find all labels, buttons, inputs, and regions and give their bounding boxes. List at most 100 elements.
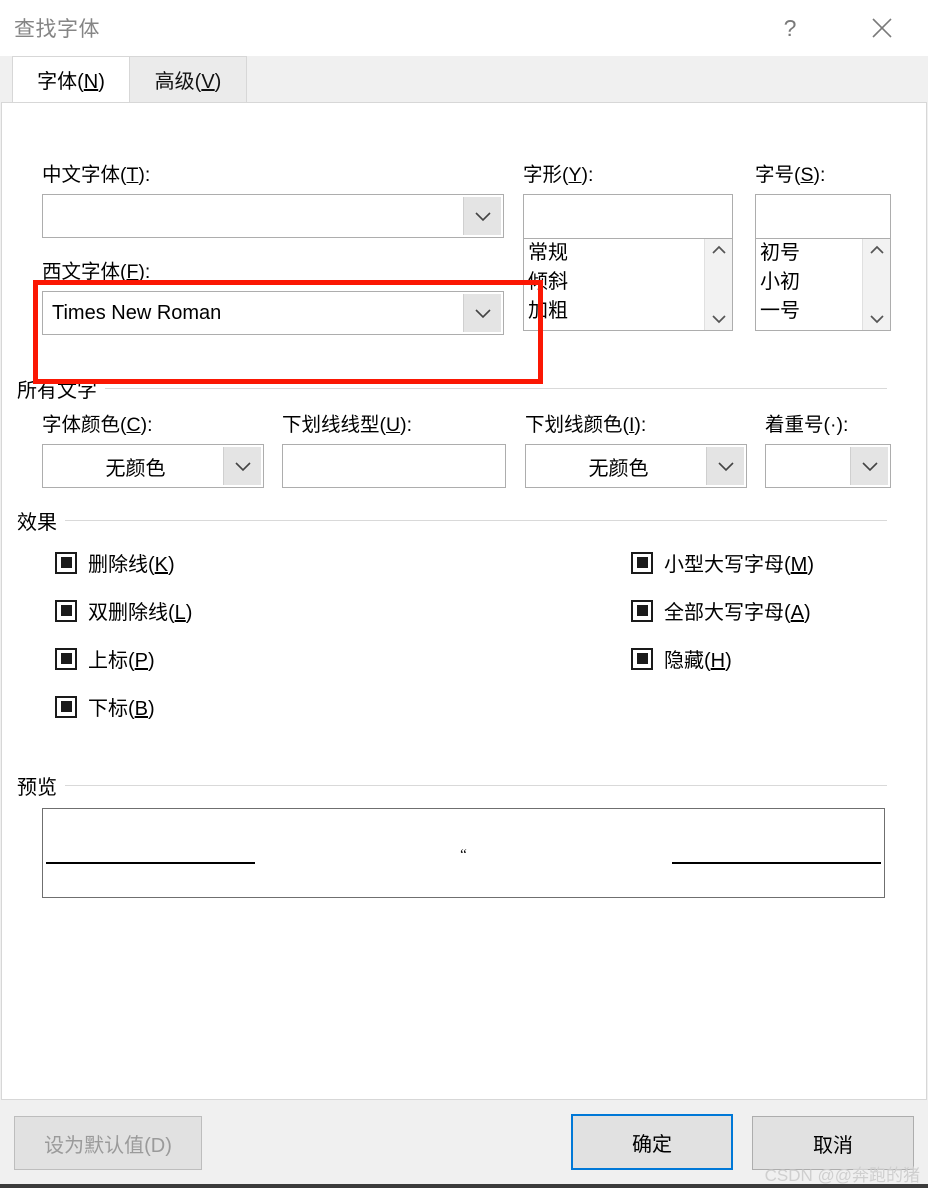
font-color-field: 字体颜色(C): 无颜色 <box>42 408 264 488</box>
checkbox-indeterminate-icon[interactable] <box>55 695 77 718</box>
underline-style-value[interactable] <box>283 445 505 487</box>
chinese-font-combobox[interactable] <box>42 194 504 238</box>
chevron-down-icon <box>474 211 491 221</box>
checkbox-indeterminate-icon[interactable] <box>631 599 653 622</box>
list-item[interactable]: 倾斜 <box>524 268 704 297</box>
checkbox-subscript-label: 下标(B) <box>88 698 155 720</box>
checkbox-hidden-label: 隐藏(H) <box>664 650 732 672</box>
checkbox-strikethrough-label: 删除线(K) <box>88 554 175 576</box>
list-item[interactable]: 小初 <box>756 268 862 297</box>
effects-right-column: 小型大写字母(M) 全部大写字母(A) 隐藏(H) <box>631 548 911 692</box>
checkbox-indeterminate-icon[interactable] <box>55 551 77 574</box>
chevron-down-icon[interactable] <box>711 314 727 324</box>
question-mark-icon: ? <box>783 14 797 41</box>
find-font-dialog: 查找字体 ? 字体(N) 高级(V) 中文字体(T): 西文字体(F): Tim… <box>0 0 928 1188</box>
font-size-items[interactable]: 初号 小初 一号 <box>756 239 862 330</box>
font-size-scrollbar[interactable] <box>862 239 890 330</box>
checkbox-subscript[interactable]: 下标(B) <box>55 692 385 721</box>
font-color-value[interactable]: 无颜色 <box>43 445 223 487</box>
chinese-font-value[interactable] <box>43 195 463 237</box>
font-tab-panel: 中文字体(T): 西文字体(F): Times New Roman 字形(Y): <box>1 102 927 1100</box>
checkbox-indeterminate-icon[interactable] <box>631 647 653 670</box>
emphasis-mark-dropdown-button[interactable] <box>850 447 888 485</box>
help-button[interactable]: ? <box>744 0 836 56</box>
font-style-field: 字形(Y): 常规 倾斜 加粗 <box>523 158 733 331</box>
chinese-font-dropdown-button[interactable] <box>463 197 501 235</box>
list-item[interactable]: 初号 <box>756 239 862 268</box>
underline-color-field: 下划线颜色(I): 无颜色 <box>525 408 747 488</box>
chinese-font-label: 中文字体(T): <box>42 164 151 186</box>
western-font-combobox[interactable]: Times New Roman <box>42 291 504 335</box>
preview-group-header: 预览 <box>17 771 887 800</box>
title-bar: 查找字体 ? <box>0 0 928 56</box>
checkbox-double-strikethrough[interactable]: 双删除线(L) <box>55 596 385 625</box>
underline-style-field: 下划线线型(U): <box>282 408 506 488</box>
font-size-items-wrap: 初号 小初 一号 <box>756 239 890 330</box>
font-style-listbox[interactable]: 常规 倾斜 加粗 <box>523 194 733 331</box>
close-button[interactable] <box>836 0 928 56</box>
list-item[interactable]: 加粗 <box>524 297 704 326</box>
western-font-dropdown-button[interactable] <box>463 294 501 332</box>
dialog-footer: 设为默认值(D) 确定 取消 CSDN @@奔跑的猪 <box>0 1100 928 1188</box>
checkbox-indeterminate-icon[interactable] <box>55 647 77 670</box>
checkbox-all-caps-label: 全部大写字母(A) <box>664 602 811 624</box>
effects-left-column: 删除线(K) 双删除线(L) 上标(P) 下标(B) <box>55 548 385 740</box>
chinese-font-field: 中文字体(T): <box>42 158 504 238</box>
chevron-down-icon <box>474 308 491 318</box>
tab-advanced-label: 高级(V) <box>154 71 222 93</box>
ok-button[interactable]: 确定 <box>571 1114 733 1170</box>
group-divider <box>105 388 887 389</box>
checkbox-small-caps-label: 小型大写字母(M) <box>664 554 815 576</box>
title-bar-buttons: ? <box>744 0 928 56</box>
chevron-up-icon[interactable] <box>711 245 727 255</box>
list-item[interactable]: 常规 <box>524 239 704 268</box>
checkbox-hidden[interactable]: 隐藏(H) <box>631 644 911 673</box>
underline-style-combobox[interactable] <box>282 444 506 488</box>
font-size-listbox[interactable]: 初号 小初 一号 <box>755 194 891 331</box>
underline-color-dropdown-button[interactable] <box>706 447 744 485</box>
font-color-combobox[interactable]: 无颜色 <box>42 444 264 488</box>
preview-box: “ <box>42 808 885 898</box>
font-color-dropdown-button[interactable] <box>223 447 261 485</box>
underline-color-label: 下划线颜色(I): <box>525 414 647 436</box>
all-text-group-header: 所有文字 <box>17 374 887 403</box>
font-style-items-wrap: 常规 倾斜 加粗 <box>524 239 732 330</box>
chevron-down-icon <box>234 461 251 471</box>
close-icon <box>872 18 892 38</box>
watermark: CSDN @@奔跑的猪 <box>764 1166 920 1185</box>
western-font-label: 西文字体(F): <box>42 261 151 283</box>
preview-group-title: 预览 <box>17 777 57 799</box>
checkbox-indeterminate-icon[interactable] <box>55 599 77 622</box>
emphasis-mark-value[interactable] <box>766 445 850 487</box>
font-style-scrollbar[interactable] <box>704 239 732 330</box>
chevron-up-icon[interactable] <box>869 245 885 255</box>
tab-advanced[interactable]: 高级(V) <box>129 56 247 102</box>
group-divider <box>65 785 887 786</box>
tab-font[interactable]: 字体(N) <box>12 56 130 102</box>
underline-color-value[interactable]: 无颜色 <box>526 445 706 487</box>
checkbox-all-caps[interactable]: 全部大写字母(A) <box>631 596 911 625</box>
effects-group-header: 效果 <box>17 506 887 535</box>
font-color-label: 字体颜色(C): <box>42 414 153 436</box>
font-size-input[interactable] <box>756 195 890 239</box>
chevron-down-icon <box>717 461 734 471</box>
western-font-value[interactable]: Times New Roman <box>43 292 463 334</box>
list-item[interactable]: 一号 <box>756 297 862 326</box>
checkbox-strikethrough[interactable]: 删除线(K) <box>55 548 385 577</box>
font-size-label: 字号(S): <box>755 164 826 186</box>
preview-sample-text: “ <box>460 847 467 863</box>
checkbox-indeterminate-icon[interactable] <box>631 551 653 574</box>
emphasis-mark-combobox[interactable] <box>765 444 891 488</box>
underline-color-combobox[interactable]: 无颜色 <box>525 444 747 488</box>
chevron-down-icon[interactable] <box>869 314 885 324</box>
checkbox-superscript[interactable]: 上标(P) <box>55 644 385 673</box>
emphasis-mark-label: 着重号(·): <box>765 414 849 436</box>
font-style-input[interactable] <box>524 195 732 239</box>
western-font-field: 西文字体(F): Times New Roman <box>42 255 504 335</box>
preview-rule-left <box>46 862 255 864</box>
font-size-field: 字号(S): 初号 小初 一号 <box>755 158 891 331</box>
window-bottom-edge <box>0 1184 928 1188</box>
font-style-items[interactable]: 常规 倾斜 加粗 <box>524 239 704 330</box>
checkbox-small-caps[interactable]: 小型大写字母(M) <box>631 548 911 577</box>
set-as-default-button[interactable]: 设为默认值(D) <box>14 1116 202 1170</box>
